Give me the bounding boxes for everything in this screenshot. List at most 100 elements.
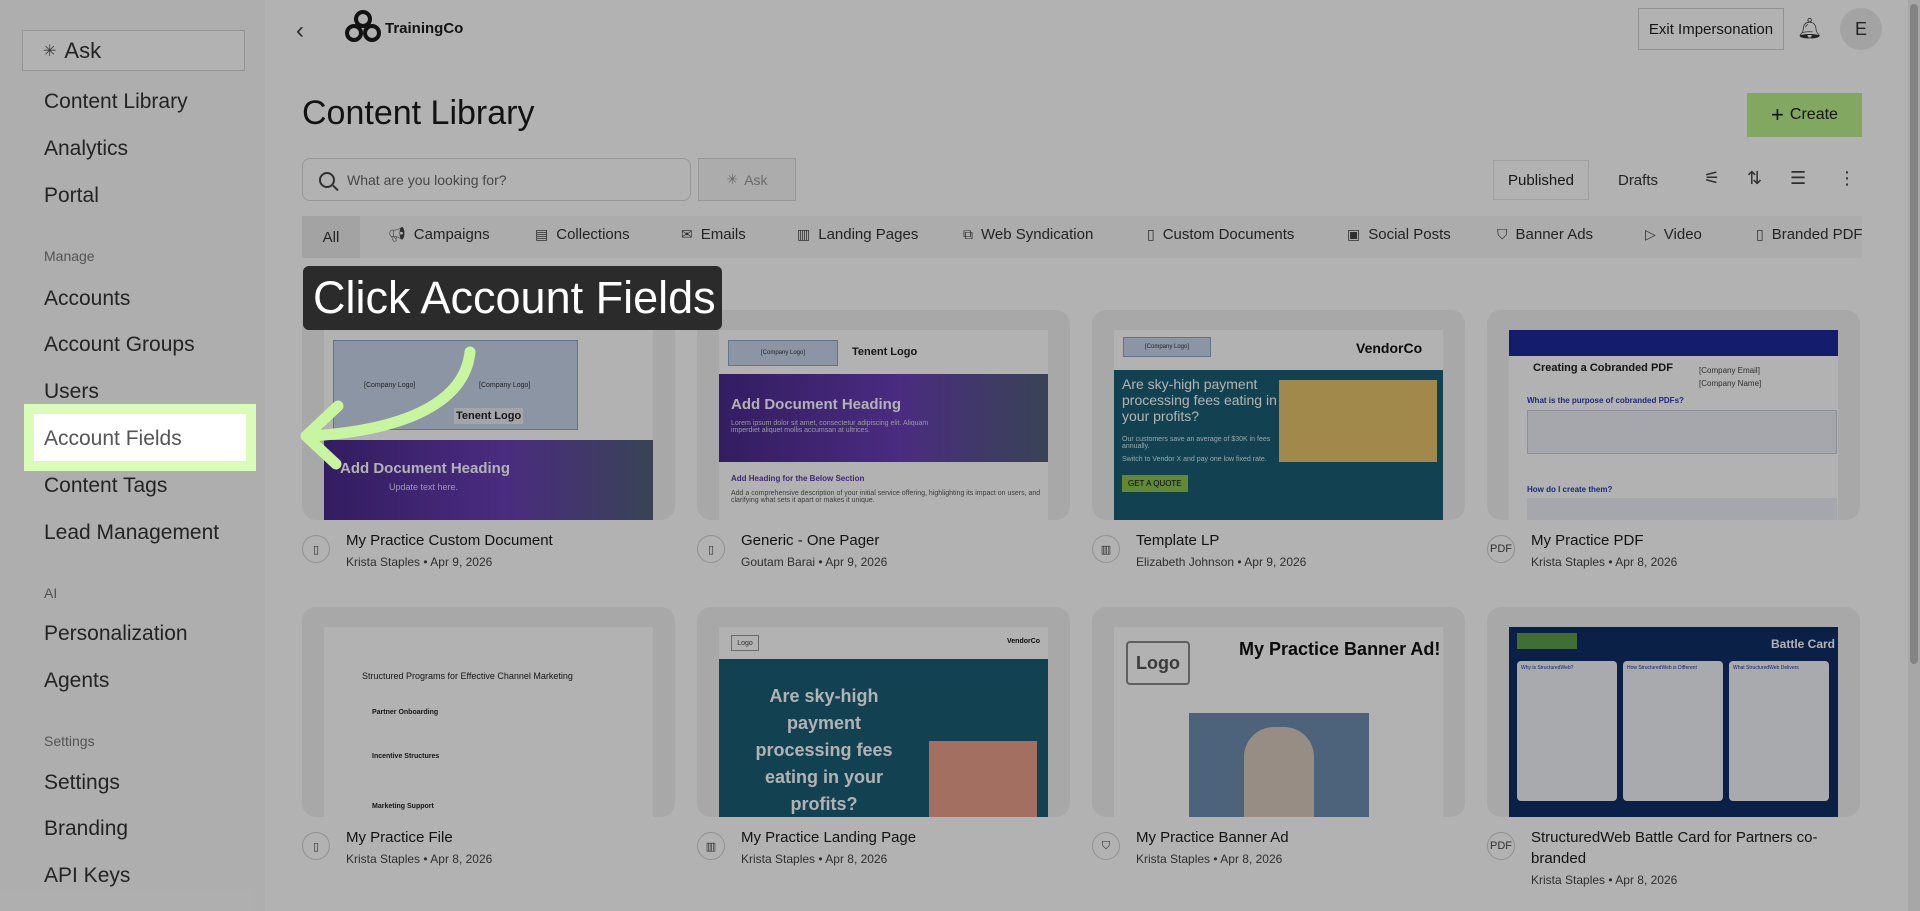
- tab-web-syndication[interactable]: ⧉ Web Syndication: [963, 226, 1093, 243]
- sidebar-item-analytics[interactable]: Analytics: [44, 137, 128, 161]
- tab-video[interactable]: ▷ Video: [1645, 226, 1702, 243]
- back-chevron-icon[interactable]: ‹: [296, 17, 304, 45]
- thumb-desc: Add a comprehensive description of your …: [731, 490, 1041, 504]
- content-card[interactable]: [Company Logo] Tenent Logo Add Document …: [697, 310, 1070, 569]
- ask-button[interactable]: ✳ Ask: [698, 158, 796, 201]
- thumb-heading: Are sky-high payment processing fees eat…: [1122, 376, 1277, 424]
- card-thumbnail: Logo VendorCo Are sky-high payment proce…: [697, 607, 1070, 817]
- tab-custom-documents[interactable]: ▯ Custom Documents: [1147, 226, 1294, 243]
- thumb-heading: Are sky-high payment processing fees eat…: [755, 686, 893, 814]
- card-meta: Krista Staples • Apr 9, 2026: [346, 555, 493, 569]
- banner-icon: ⛉: [1497, 226, 1508, 242]
- content-card[interactable]: Creating a Cobranded PDF [Company Email]…: [1487, 310, 1860, 569]
- content-card[interactable]: Structured Programs for Effective Channe…: [302, 607, 675, 866]
- guide-callout: Click Account Fields: [303, 266, 722, 330]
- thumb-heading: Creating a Cobranded PDF: [1533, 362, 1673, 374]
- pdf-icon: ▯: [1756, 226, 1764, 242]
- bell-icon[interactable]: 🔔︎: [1797, 16, 1822, 41]
- thumb-col-1: Why is StructuredWeb?: [1521, 665, 1574, 671]
- card-title: My Practice PDF: [1531, 532, 1644, 549]
- sidebar-item-portal[interactable]: Portal: [44, 184, 99, 208]
- card-date: Apr 8, 2026: [430, 852, 493, 866]
- exit-impersonation-button[interactable]: Exit Impersonation: [1638, 8, 1784, 50]
- ask-button-label: Ask: [744, 171, 768, 188]
- scrollbar-thumb[interactable]: [1910, 4, 1918, 664]
- search-icon: [319, 171, 335, 188]
- thumb-subheading: Add Heading for the Below Section: [731, 474, 865, 483]
- card-date: Apr 8, 2026: [1615, 873, 1678, 887]
- card-author: Elizabeth Johnson: [1136, 555, 1235, 569]
- sort-icon[interactable]: ⇅: [1747, 168, 1762, 189]
- tab-branded-pdf[interactable]: ▯ Branded PDF: [1756, 226, 1862, 243]
- card-thumbnail: [Company Logo] VendorCo Are sky-high pay…: [1092, 310, 1465, 520]
- sidebar-item-account-fields[interactable]: Account Fields: [44, 427, 182, 451]
- thumb-col-3: What StructuredWeb Delivers: [1733, 665, 1799, 671]
- custom-document-icon: ▯: [697, 535, 725, 563]
- thumb-vendor-logo: VendorCo: [1356, 340, 1423, 356]
- tab-landing-pages[interactable]: ▥ Landing Pages: [797, 226, 918, 243]
- tab-video-label: Video: [1663, 226, 1702, 243]
- thumb-logo: Logo: [1126, 641, 1190, 685]
- thumb-body: Lorem ipsum dolor sit amet, consectetur …: [731, 420, 929, 434]
- tab-branded-pdf-label: Branded PDF: [1771, 226, 1862, 243]
- custom-document-icon: ▯: [302, 535, 330, 563]
- search-placeholder: What are you looking for?: [347, 171, 507, 188]
- search-input[interactable]: What are you looking for?: [302, 158, 691, 201]
- card-title: StructuredWeb Battle Card for Partners c…: [1531, 829, 1818, 867]
- tab-web-syndication-label: Web Syndication: [981, 226, 1094, 243]
- stack-icon: ▤: [535, 226, 549, 242]
- sidebar-item-accounts[interactable]: Accounts: [44, 287, 130, 311]
- file-icon: ▯: [302, 832, 330, 860]
- tab-collections[interactable]: ▤ Collections: [535, 226, 630, 243]
- card-thumbnail: Logo My Practice Banner Ad!: [1092, 607, 1465, 817]
- tab-campaigns-label: Campaigns: [413, 226, 490, 243]
- sidebar-ask-button[interactable]: ✳ Ask: [22, 30, 245, 71]
- avatar[interactable]: E: [1840, 8, 1882, 50]
- document-icon: ▯: [1147, 226, 1155, 242]
- card-meta: Goutam Barai • Apr 9, 2026: [741, 555, 888, 569]
- content-card[interactable]: Logo My Practice Banner Ad! ⛉ My Practic…: [1092, 607, 1465, 866]
- published-toggle[interactable]: Published: [1493, 160, 1589, 200]
- thumb-question-1: What is the purpose of cobranded PDFs?: [1527, 396, 1684, 405]
- sidebar-item-content-library[interactable]: Content Library: [44, 90, 188, 114]
- card-title: My Practice Landing Page: [741, 829, 917, 846]
- sidebar-item-lead-management[interactable]: Lead Management: [44, 521, 219, 545]
- sidebar-item-settings[interactable]: Settings: [44, 771, 120, 795]
- filter-sliders-icon[interactable]: ⚟: [1704, 168, 1720, 189]
- landing-page-icon: ▥: [1092, 535, 1120, 563]
- thumb-section-3: Marketing Support: [372, 803, 434, 810]
- create-button[interactable]: + Create: [1747, 93, 1862, 137]
- tab-collections-label: Collections: [556, 226, 630, 243]
- more-options-icon[interactable]: ⋮: [1838, 168, 1856, 189]
- card-thumbnail: [Company Logo] Tenent Logo Add Document …: [697, 310, 1070, 520]
- sidebar-item-content-tags[interactable]: Content Tags: [44, 474, 167, 498]
- tab-social-posts[interactable]: ▣ Social Posts: [1347, 226, 1451, 243]
- tab-emails[interactable]: ✉ Emails: [681, 226, 746, 243]
- tab-banner-ads[interactable]: ⛉ Banner Ads: [1497, 226, 1593, 243]
- card-title: Generic - One Pager: [741, 532, 880, 549]
- thumb-company-logo: [Company Logo]: [728, 340, 838, 366]
- drafts-toggle[interactable]: Drafts: [1593, 160, 1683, 200]
- thumb-logo: Logo: [731, 635, 759, 651]
- sidebar-item-users[interactable]: Users: [44, 380, 99, 404]
- content-card[interactable]: Logo VendorCo Are sky-high payment proce…: [697, 607, 1070, 866]
- sidebar-item-account-groups[interactable]: Account Groups: [44, 333, 195, 357]
- sidebar-item-branding[interactable]: Branding: [44, 817, 128, 841]
- tab-campaigns[interactable]: 📢︎ Campaigns: [388, 226, 490, 243]
- sidebar-item-agents[interactable]: Agents: [44, 669, 109, 693]
- card-meta: Krista Staples • Apr 8, 2026: [346, 852, 493, 866]
- page-icon: ▥: [797, 226, 811, 242]
- list-view-icon[interactable]: ☰: [1790, 168, 1806, 189]
- play-icon: ▷: [1645, 226, 1656, 242]
- trefoil-logo-icon: [345, 10, 381, 46]
- card-author: Krista Staples: [1531, 555, 1606, 569]
- pdf-icon: PDF: [1487, 832, 1515, 860]
- tab-emails-label: Emails: [700, 226, 746, 243]
- sidebar-item-personalization[interactable]: Personalization: [44, 622, 188, 646]
- tab-all[interactable]: All: [302, 216, 360, 258]
- content-card[interactable]: Battle Card Why is StructuredWeb? How St…: [1487, 607, 1860, 887]
- thumb-company-name: [Company Name]: [1699, 379, 1762, 388]
- content-card[interactable]: [Company Logo] VendorCo Are sky-high pay…: [1092, 310, 1465, 569]
- create-label: Create: [1789, 106, 1838, 123]
- sidebar-item-api-keys[interactable]: API Keys: [44, 864, 130, 888]
